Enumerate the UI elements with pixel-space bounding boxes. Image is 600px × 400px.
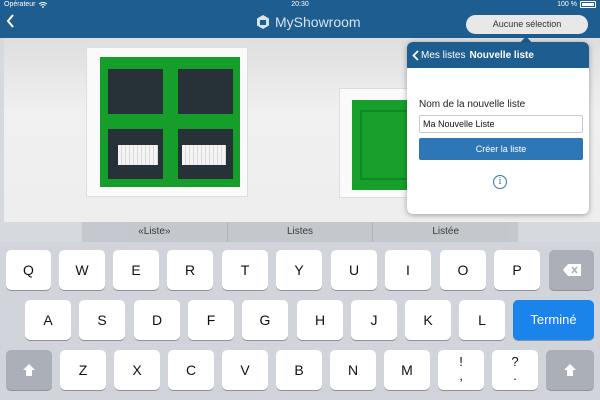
curtain [118,145,158,165]
chevron-left-icon [6,14,14,28]
punct-labels: ! , [438,350,484,383]
shift-key-right[interactable] [546,350,594,390]
nav-bar: MyShowroom Aucune sélection [0,10,600,38]
key-question-period[interactable]: ? . [492,350,538,390]
suggestion-item[interactable]: Listes [228,222,374,242]
new-list-popover: Mes listes Nouvelle liste Nom de la nouv… [407,42,589,214]
status-time: 20:30 [291,1,309,8]
key-k[interactable]: K [405,300,451,340]
create-list-button[interactable]: Créer la liste [419,138,583,160]
battery-icon [580,1,596,8]
key-q[interactable]: Q [6,250,51,290]
key-v[interactable]: V [222,350,268,390]
key-t[interactable]: T [222,250,268,290]
punct-labels: ? . [492,350,538,383]
brand-name: MyShowroom [275,14,361,30]
key-c[interactable]: C [168,350,214,390]
key-f[interactable]: F [188,300,234,340]
backspace-key[interactable] [549,250,594,290]
chevron-left-icon [412,49,419,61]
key-b[interactable]: B [276,350,322,390]
punct-bottom: , [459,368,463,383]
list-name-input[interactable]: Ma Nouvelle Liste [419,115,583,133]
done-key[interactable]: Terminé [513,300,594,340]
curtain [182,145,226,165]
selection-button[interactable]: Aucune sélection [466,15,588,34]
list-name-label: Nom de la nouvelle liste [419,99,526,110]
status-bar: Opérateur 20:30 100 % [0,0,600,10]
brand: MyShowroom [255,14,361,30]
punct-top: ! [459,354,463,369]
key-x[interactable]: X [114,350,160,390]
key-d[interactable]: D [134,300,180,340]
shift-key[interactable] [6,350,52,390]
key-h[interactable]: H [297,300,343,340]
back-label: Mes listes [421,49,466,61]
battery-percent: 100 % [557,1,577,8]
shift-icon [564,364,576,376]
shift-icon [23,364,35,376]
window-pane [178,69,233,114]
myshowroom-logo-icon [257,15,269,29]
keyboard: Q W E R T Y U I O P A S D F G H J K L Te… [0,242,600,400]
key-g[interactable]: G [242,300,288,340]
key-y[interactable]: Y [276,250,322,290]
key-i[interactable]: I [385,250,431,290]
key-a[interactable]: A [25,300,71,340]
backspace-icon [562,264,581,276]
key-j[interactable]: J [351,300,397,340]
green-window-left [100,57,240,187]
key-z[interactable]: Z [60,350,106,390]
key-l[interactable]: L [459,300,505,340]
key-m[interactable]: M [384,350,430,390]
suggestion-item[interactable]: Listée [373,222,518,242]
popover-title: Nouvelle liste [469,49,534,61]
suggestion-bar: «Liste» Listes Listée [82,222,518,242]
key-n[interactable]: N [330,350,376,390]
battery-info: 100 % [557,1,596,8]
popover-header: Mes listes Nouvelle liste [407,42,589,68]
door-panel [360,110,414,180]
key-e[interactable]: E [113,250,159,290]
window-pane [108,69,163,114]
key-exclamation-comma[interactable]: ! , [438,350,484,390]
punct-bottom: . [513,368,517,383]
key-u[interactable]: U [331,250,377,290]
my-lists-back-button[interactable]: Mes listes [407,50,465,61]
key-p[interactable]: P [494,250,540,290]
key-r[interactable]: R [167,250,213,290]
suggestion-item[interactable]: «Liste» [82,222,228,242]
key-s[interactable]: S [79,300,125,340]
key-w[interactable]: W [59,250,105,290]
key-o[interactable]: O [440,250,486,290]
back-button[interactable] [6,14,15,34]
punct-top: ? [511,354,519,369]
info-icon[interactable]: i [493,175,507,189]
